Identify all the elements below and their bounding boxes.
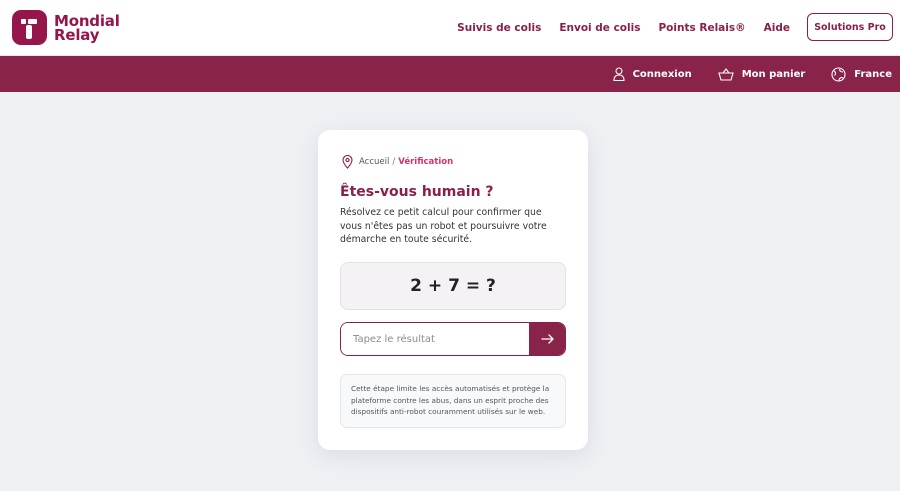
submit-button[interactable] <box>529 323 565 355</box>
answer-input[interactable] <box>341 323 529 355</box>
cart-link[interactable]: Mon panier <box>717 67 806 81</box>
logo-icon <box>12 10 47 45</box>
nav-item-shipping[interactable]: Envoi de colis <box>559 22 640 34</box>
country-label: France <box>854 68 892 80</box>
user-icon <box>613 67 625 81</box>
solutions-pro-button[interactable]: Solutions Pro <box>807 13 893 41</box>
breadcrumb: Accueil / Vérification <box>342 155 453 169</box>
nav-item-help[interactable]: Aide <box>764 22 790 34</box>
brand-name: Mondial Relay <box>54 13 120 44</box>
breadcrumb-current: Vérification <box>398 157 454 167</box>
captcha-challenge: 2 + 7 = ? <box>340 262 566 310</box>
arrow-right-icon <box>540 334 554 344</box>
nav-item-tracking[interactable]: Suivis de colis <box>457 22 541 34</box>
country-selector[interactable]: France <box>831 66 892 82</box>
basket-icon <box>717 67 734 81</box>
brand-logo[interactable]: Mondial Relay <box>12 10 120 45</box>
login-link[interactable]: Connexion <box>613 67 692 81</box>
account-bar: Connexion Mon panier France <box>0 56 900 92</box>
top-header: Mondial Relay Suivis de colis Envoi de c… <box>0 0 900 56</box>
verification-card: Accueil / Vérification Êtes-vous humain … <box>318 130 588 450</box>
breadcrumb-home[interactable]: Accueil <box>359 157 389 167</box>
answer-form <box>340 322 566 356</box>
globe-icon <box>831 66 846 82</box>
breadcrumb-separator: / <box>392 157 396 167</box>
login-label: Connexion <box>632 68 692 80</box>
cart-label: Mon panier <box>741 68 806 80</box>
location-pin-icon <box>342 155 353 169</box>
info-note: Cette étape limite les accès automatisés… <box>340 374 566 428</box>
page-title: Êtes-vous humain ? <box>340 184 494 200</box>
verification-description: Résolvez ce petit calcul pour confirmer … <box>340 207 547 245</box>
nav-item-relay-points[interactable]: Points Relais® <box>658 22 745 34</box>
brand-name-line2: Relay <box>54 25 100 44</box>
main-nav: Suivis de colis Envoi de colis Points Re… <box>439 0 790 56</box>
